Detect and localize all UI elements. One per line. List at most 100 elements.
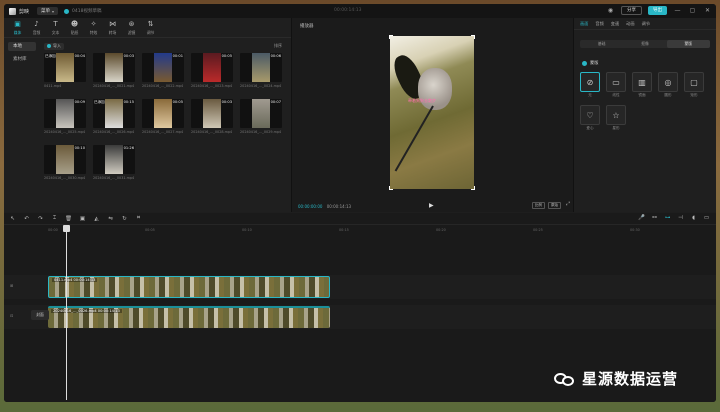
freeze-icon[interactable]: ▣ [79,216,86,222]
side-item-local[interactable]: 本地 [8,42,36,51]
flip-icon[interactable]: ⇋ [107,216,114,222]
rotate-icon[interactable]: ↻ [121,216,128,222]
crop-handle-tl[interactable] [389,35,393,39]
media-clip[interactable]: 已添加 00:04 0411.mp4 [44,53,86,90]
import-button[interactable]: 导入 [44,42,64,50]
link-icon[interactable]: ⚯ [651,215,658,221]
tab-audio[interactable]: ♪ 音频 [27,18,46,37]
tab-media[interactable]: ▣ 媒体 [8,18,27,37]
filter-icon: ⊛ [128,20,135,28]
media-clip[interactable]: 已添加 00:15 20240416_..._0026.mp4 [93,99,135,136]
undo-icon[interactable]: ↶ [23,216,30,222]
segment-basic[interactable]: 基础 [580,40,623,48]
track-visibility-icon[interactable]: ⊡ [10,313,13,318]
playhead[interactable] [66,225,67,400]
fullscreen-icon[interactable]: ⤢ [566,201,570,207]
mask-enabled-icon[interactable] [582,60,587,66]
clip-duration: 00:01 [172,54,183,58]
minimize-icon[interactable]: — [673,6,682,15]
tab-adjust-prop[interactable]: 调节 [642,21,650,27]
segment-cutout[interactable]: 抠像 [623,40,666,48]
mask-option[interactable]: ⊘ 无 [580,72,600,98]
tab-label: 特效 [89,30,98,35]
timeline-clip[interactable]: 20240416_..._0026.mp4 00:00:14:13 [48,306,330,328]
tab-animation[interactable]: 动画 [626,21,634,27]
thumbnail-image [105,145,123,174]
tab-stickers[interactable]: ☻ 贴纸 [65,18,84,37]
ratio-button[interactable]: 比例 [531,202,545,209]
timeline-clip-selected[interactable]: 0411.mp4 00:00:14:13 [48,276,330,298]
mask-option[interactable]: ▢ 矩形 [684,72,704,98]
tab-label: 滤镜 [127,30,136,35]
export-button[interactable]: 导出 [648,6,667,15]
tab-audio-prop[interactable]: 音频 [595,21,603,27]
playhead-handle[interactable] [63,225,70,232]
media-clip[interactable]: 00:03 20240416_..._0028.mp4 [191,99,233,136]
tab-picture[interactable]: 画面 [580,21,588,27]
media-clip[interactable]: 00:05 20240416_..._0027.mp4 [142,99,184,136]
play-icon[interactable]: ▶ [429,202,434,209]
maximize-icon[interactable]: ▢ [688,6,697,15]
mirror-icon[interactable]: ◭ [93,216,100,222]
crop-icon[interactable]: ⌗ [135,215,142,222]
mask-option[interactable]: ☆ 星形 [606,105,626,131]
mask-option[interactable]: ♡ 爱心 [580,105,600,131]
microphone-icon[interactable]: 🎤 [638,215,645,221]
media-clip[interactable]: 00:03 20240416_..._0021.mp4 [93,53,135,90]
tab-text[interactable]: T 文本 [46,18,65,37]
video-preview[interactable]: 牵着狗狗去散步 [390,36,474,189]
crop-handle-bl[interactable] [389,186,393,190]
sort-button[interactable]: 排序 [274,43,282,49]
media-clip[interactable]: 00:06 20240416_..._0024.mp4 [240,53,282,90]
snap-icon[interactable]: ⊶ [664,215,671,221]
leash-shape [394,105,434,172]
media-clip[interactable]: 00:07 20240416_..._0029.mp4 [240,99,282,136]
close-icon[interactable]: ✕ [703,6,712,15]
menu-button[interactable]: 菜单 ▾ [37,7,59,15]
media-clip[interactable]: 00:10 20240416_..._0030.mp4 [44,145,86,182]
clip-duration: 00:06 [270,54,281,58]
clip-thumbnail: 00:03 [191,99,233,128]
ruler-tick: 00:15 [339,228,349,232]
tab-effects[interactable]: ✧ 特效 [84,18,103,37]
select-tool-icon[interactable]: ↖ [9,216,16,222]
tab-speed[interactable]: 变速 [611,21,619,27]
original-button[interactable]: 原始 [547,202,561,209]
time-ruler[interactable]: 00:00 00:05 00:10 00:15 00:20 00:25 00:30 [48,227,708,235]
text-icon: T [53,20,58,28]
share-button[interactable]: 分享 [621,6,642,15]
project-title[interactable]: 0418视频草稿 [72,8,101,14]
preview-axis-icon[interactable]: ⊣ [677,215,684,221]
fit-icon[interactable]: ▭ [703,215,710,221]
cover-button[interactable]: 封面 [31,310,49,320]
property-tabs: 画面 音频 变速 动画 调节 [574,18,716,30]
mask-option[interactable]: ◎ 圆形 [658,72,678,98]
feedback-icon[interactable]: ◉ [606,6,615,15]
media-clip[interactable]: 00:05 20240416_..._0023.mp4 [191,53,233,90]
track-lock-icon[interactable]: ⊞ [10,283,13,288]
split-icon[interactable]: ⌶ [51,215,58,222]
tab-label: 贴纸 [70,30,79,35]
media-clip[interactable]: 00:09 20240416_..._0025.mp4 [44,99,86,136]
tab-filters[interactable]: ⊛ 滤镜 [122,18,141,37]
tab-adjust[interactable]: ⇅ 调节 [141,18,160,37]
app-window: 剪映 菜单 ▾ 0418视频草稿 00:00:14:13 ◉ 分享 导出 — ▢… [4,4,716,402]
clip-duration: 00:03 [221,100,232,104]
segment-mask[interactable]: 蒙版 [666,40,710,48]
crop-handle-br[interactable] [471,186,475,190]
media-clip[interactable]: 01:26 20240416_..._0031.mp4 [93,145,135,182]
redo-icon[interactable]: ↷ [37,216,44,222]
media-header: 导入 排序 [44,42,288,50]
time-total: 00:00:14:13 [326,204,352,209]
tab-transitions[interactable]: ⋈ 转场 [103,18,122,37]
mask-option[interactable]: ▭ 线性 [606,72,626,98]
side-item-library[interactable]: 素材库 [8,55,36,64]
mask-shape-icon: ⊘ [580,72,600,92]
media-clip[interactable]: 00:01 20240416_..._0022.mp4 [142,53,184,90]
crop-handle-tr[interactable] [471,35,475,39]
thumbnail-image [203,99,221,128]
mask-option[interactable]: ▥ 镜面 [632,72,652,98]
zoom-slider-icon[interactable]: ◖ [690,215,697,221]
media-side-nav: 本地 素材库 [8,42,36,68]
delete-icon[interactable]: 🗑 [65,216,72,222]
